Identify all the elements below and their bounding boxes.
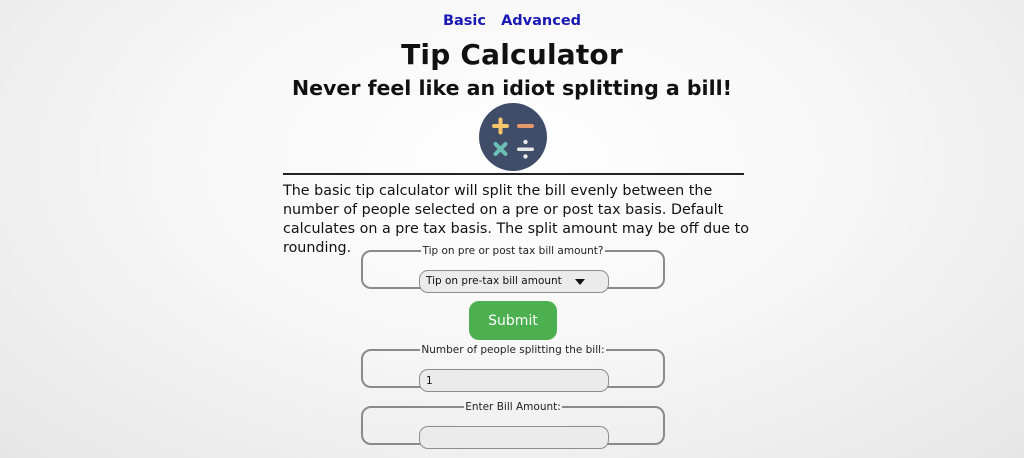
top-nav: Basic Advanced [0, 13, 1024, 29]
calculator-operations-graphic [492, 117, 534, 159]
page-subtitle: Never feel like an idiot splitting a bil… [292, 76, 732, 100]
tip-basis-selected-value: Tip on pre-tax bill amount [426, 275, 562, 287]
divider [283, 173, 744, 175]
plus-symbol-vertical [498, 117, 503, 135]
nav-link-basic[interactable]: Basic [443, 13, 486, 29]
calculator-operations-icon [479, 103, 547, 171]
nav-link-advanced[interactable]: Advanced [501, 13, 581, 29]
tip-basis-select[interactable]: Tip on pre-tax bill amount [419, 270, 609, 293]
people-fieldset: Number of people splitting the bill: [361, 344, 665, 392]
people-legend: Number of people splitting the bill: [421, 344, 605, 356]
chevron-down-icon [575, 278, 585, 285]
bill-amount-fieldset: Enter Bill Amount: [361, 401, 665, 449]
submit-button[interactable]: Submit [469, 301, 557, 340]
tip-basis-legend: Tip on pre or post tax bill amount? [422, 245, 604, 257]
bill-amount-input[interactable] [419, 426, 609, 449]
divide-symbol [517, 139, 534, 159]
times-symbol [493, 142, 508, 156]
page-title: Tip Calculator [401, 38, 623, 71]
people-count-input[interactable] [419, 369, 609, 392]
bill-amount-legend: Enter Bill Amount: [465, 401, 561, 413]
tip-basis-fieldset: Tip on pre or post tax bill amount? Tip … [361, 245, 665, 293]
minus-symbol [517, 124, 534, 128]
